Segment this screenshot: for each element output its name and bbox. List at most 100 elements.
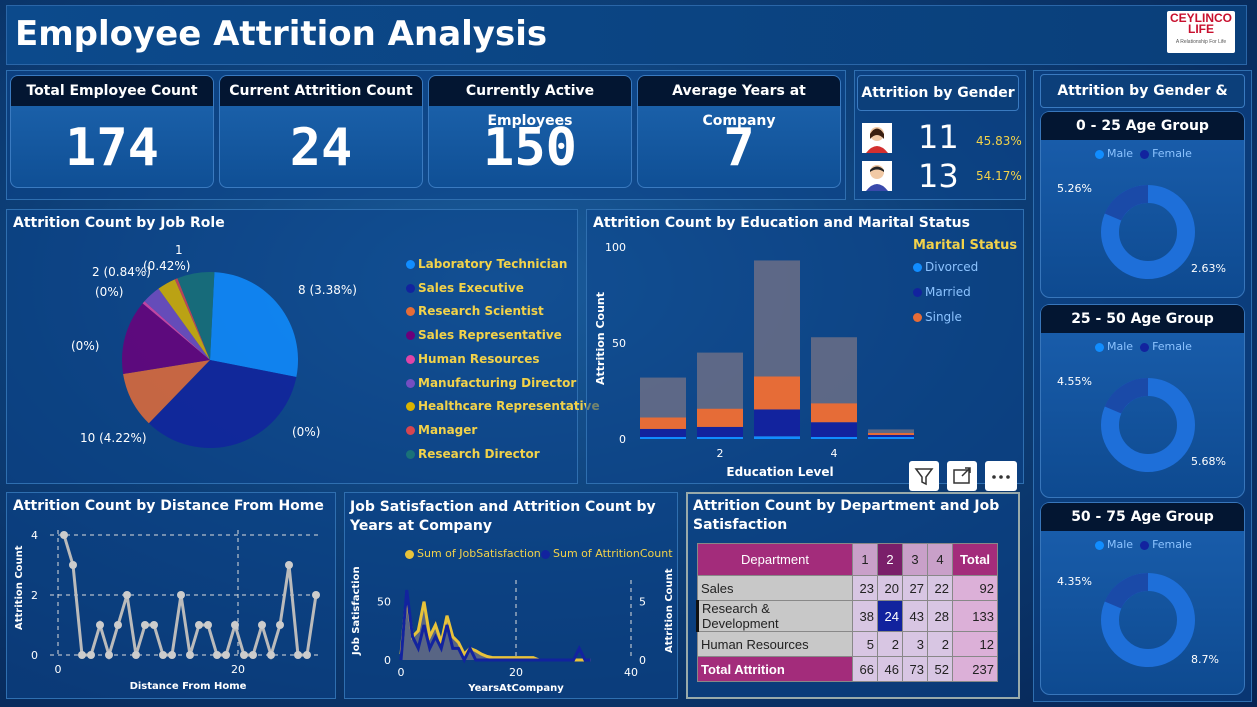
- age-donut-chart[interactable]: [1093, 370, 1203, 480]
- legend-label: Research Scientist: [418, 304, 544, 319]
- data-point: [267, 651, 275, 659]
- cell: 22: [927, 575, 953, 601]
- job-role-pie-chart[interactable]: [110, 260, 310, 460]
- y-axis-label: Attrition Count: [594, 292, 607, 385]
- row-label: Human Resources: [697, 631, 853, 657]
- y-tick: 100: [605, 241, 626, 254]
- age-group-title: 50 - 75 Age Group: [1041, 503, 1244, 531]
- logo-subtext: A Relationship For Life: [1175, 39, 1227, 45]
- x-tick: 20: [509, 666, 523, 679]
- legend-label: Female: [1152, 340, 1192, 353]
- legend-item-research-scientist[interactable]: Research Scientist: [406, 304, 544, 318]
- department-matrix[interactable]: Department 1 2 3 4 Total Sales 23 20 27 …: [696, 543, 998, 682]
- years-title: Job Satisfaction and Attrition Count by …: [350, 499, 656, 534]
- legend-swatch: [406, 425, 415, 435]
- page-title: Employee Attrition Analysis: [15, 14, 548, 54]
- legend-swatch: [406, 307, 415, 317]
- data-point: [96, 621, 104, 629]
- data-point: [231, 621, 239, 629]
- legend-married: Married: [913, 285, 971, 299]
- y-axis-label: Attrition Count: [14, 545, 25, 630]
- legend-label: Human Resources: [418, 351, 540, 366]
- more-options-icon[interactable]: [985, 461, 1017, 491]
- single-swatch: [913, 313, 922, 322]
- education-bar-chart[interactable]: 100 50 0 Attrition Count 2 4 Education Level: [590, 235, 920, 480]
- data-point: [186, 651, 194, 659]
- left-pct: 4.35%: [1057, 575, 1092, 588]
- legend-item-human-resources[interactable]: Human Resources: [406, 352, 540, 366]
- data-point: [177, 591, 185, 599]
- cell: 3: [902, 631, 928, 657]
- legend-item-manufacturing-director[interactable]: Manufacturing Director: [406, 376, 576, 390]
- legend-item-research-director[interactable]: Research Director: [406, 447, 540, 461]
- bar-segment-divorced: [697, 436, 743, 439]
- kpi-label: Current Attrition Count: [220, 76, 422, 106]
- header-col-3[interactable]: 3: [902, 543, 928, 576]
- x-axis-label: YearsAtCompany: [467, 683, 564, 694]
- pie-label-3: 10 (4.22%): [80, 431, 147, 445]
- legend-item-sales-representative[interactable]: Sales Representative: [406, 328, 562, 342]
- age-legend: Male Female: [1095, 147, 1192, 160]
- data-point: [150, 621, 158, 629]
- header-department[interactable]: Department: [697, 543, 853, 576]
- age-card: 0 - 25 Age Group Male Female 5.26% 2.63%: [1040, 111, 1245, 298]
- filter-icon[interactable]: [909, 461, 939, 491]
- table-row[interactable]: Sales 23 20 27 22 92: [697, 575, 998, 601]
- male-count: 13: [918, 157, 959, 195]
- table-row[interactable]: Human Resources 5 2 3 2 12: [697, 631, 998, 657]
- job-role-title: Attrition Count by Job Role: [13, 215, 225, 231]
- legend-label: Sales Executive: [418, 280, 524, 295]
- legend-label: Sum of JobSatisfaction: [417, 547, 541, 560]
- bar-segment-married: [640, 428, 686, 437]
- table-row[interactable]: Total Attrition 66 46 73 52 237: [697, 656, 998, 682]
- data-point: [258, 621, 266, 629]
- cell: 46: [877, 656, 903, 682]
- data-point: [312, 591, 320, 599]
- legend-swatch: [406, 283, 415, 293]
- female-count: 11: [918, 118, 959, 156]
- years-area-chart[interactable]: 500500 20 40Job Satisfaction Attrition Coun…: [346, 565, 676, 695]
- legend-item-laboratory-technician[interactable]: Laboratory Technician: [406, 257, 567, 271]
- kpi-label: Currently Active Employees: [429, 76, 631, 129]
- legend-item-healthcare-representative[interactable]: Healthcare Representative: [406, 399, 600, 413]
- header-col-1[interactable]: 1: [852, 543, 878, 576]
- data-point: [285, 561, 293, 569]
- pie-label-8: 1: [175, 243, 183, 257]
- bar-segment-single: [754, 376, 800, 410]
- y-tick: 0: [384, 654, 391, 667]
- row-label: Total Attrition: [697, 656, 853, 682]
- table-row[interactable]: Research & Development 38 24 43 28 133: [696, 600, 998, 632]
- y-tick: 50: [612, 337, 626, 350]
- data-point: [105, 651, 113, 659]
- age-card: 25 - 50 Age Group Male Female 4.55% 5.68…: [1040, 304, 1245, 498]
- header-col-2[interactable]: 2: [877, 543, 903, 576]
- legend-label: Healthcare Representative: [418, 399, 600, 414]
- kpi-active-employees: Currently Active Employees 150: [428, 75, 632, 188]
- legend-label: Divorced: [925, 260, 979, 274]
- row-label: Sales: [697, 575, 853, 601]
- cell: 52: [927, 656, 953, 682]
- legend-label: Sum of AttritionCount: [553, 547, 673, 560]
- age-donut-chart[interactable]: [1093, 177, 1203, 287]
- x-axis-label: Education Level: [726, 465, 833, 479]
- legend-swatch: [406, 378, 415, 388]
- distance-line-chart[interactable]: 4200 20Attrition CountDistance From Home: [10, 520, 335, 695]
- data-point: [294, 651, 302, 659]
- legend-item-manager[interactable]: Manager: [406, 423, 477, 437]
- cell: 38: [852, 600, 878, 632]
- cell: 43: [902, 600, 928, 632]
- bar-segment-divorced: [811, 436, 857, 439]
- legend-label: Male: [1107, 538, 1134, 551]
- female-swatch: [1140, 540, 1150, 550]
- age-card: 50 - 75 Age Group Male Female 4.35% 8.7%: [1040, 502, 1245, 695]
- bar-segment-married: [754, 409, 800, 437]
- header-total[interactable]: Total: [952, 543, 998, 576]
- header-col-4[interactable]: 4: [927, 543, 953, 576]
- bar-segment-divorced: [640, 436, 686, 439]
- age-donut-chart[interactable]: [1093, 565, 1203, 675]
- cell: 24: [877, 600, 903, 632]
- legend-item-sales-executive[interactable]: Sales Executive: [406, 281, 524, 295]
- focus-mode-icon[interactable]: [947, 461, 977, 491]
- legend-jobsat: Sum of JobSatisfaction: [405, 547, 541, 560]
- left-pct: 4.55%: [1057, 375, 1092, 388]
